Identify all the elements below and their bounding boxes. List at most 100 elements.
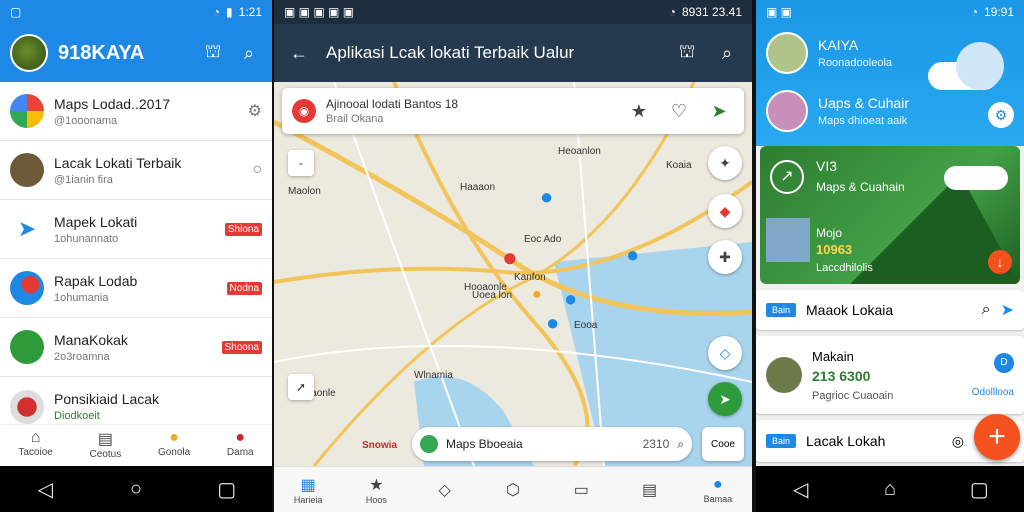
back-icon[interactable]: ◁ bbox=[781, 477, 821, 502]
location-card[interactable]: ◉ Ajinooal lodati Bantos 18 Brail Okana ★… bbox=[282, 88, 744, 134]
card-label: Mojo bbox=[816, 226, 843, 240]
profile[interactable]: KAIYA Roonadooleola bbox=[766, 32, 892, 74]
map-pin[interactable]: ● bbox=[540, 184, 553, 210]
map-pin[interactable]: ● bbox=[564, 286, 577, 312]
card-title: Ajinooal lodati Bantos 18 bbox=[326, 97, 459, 111]
tab-shape[interactable]: ⬡ bbox=[488, 480, 538, 500]
recents-icon[interactable]: ▢ bbox=[959, 477, 999, 502]
item-subtitle: @1ianin fira bbox=[54, 173, 113, 186]
recents-icon[interactable]: ▢ bbox=[207, 477, 247, 502]
heart-icon[interactable]: ♡ bbox=[664, 101, 694, 122]
map-pin[interactable]: ● bbox=[626, 242, 639, 268]
zoom-button[interactable]: - bbox=[288, 150, 314, 176]
tab-calendar[interactable]: ▤ bbox=[625, 480, 675, 500]
search-icon[interactable]: ⌕ bbox=[677, 437, 684, 452]
wifi-icon: ◔ bbox=[212, 5, 221, 19]
card-title: Maaok Lokaia bbox=[806, 302, 894, 318]
item-tag: Nodna bbox=[226, 281, 262, 295]
tab-home[interactable]: ▦ Harieia bbox=[283, 475, 333, 505]
item-subtitle: Diodkoeit bbox=[54, 410, 100, 422]
list-item[interactable]: Rapak Lodab 1ohumania Nodna bbox=[0, 259, 272, 318]
info-icon[interactable]: D bbox=[994, 352, 1014, 373]
map-pin-orange[interactable]: ● bbox=[532, 286, 542, 304]
card-title: VI3 bbox=[816, 158, 838, 174]
locate-button[interactable]: ➚ bbox=[288, 374, 314, 400]
app-avatar[interactable] bbox=[10, 34, 48, 72]
wifi-icon: ◔ bbox=[668, 5, 676, 19]
search-icon[interactable]: ⌕ bbox=[982, 301, 991, 319]
tab-chat[interactable]: ▭ bbox=[556, 480, 606, 500]
tab-tag[interactable]: ◇ bbox=[420, 480, 470, 500]
layers-icon[interactable]: ✚ bbox=[708, 240, 742, 274]
map-label: Heoanlon bbox=[558, 146, 601, 157]
map-pin[interactable]: ● bbox=[546, 310, 559, 336]
search-icon[interactable]: ⌕ bbox=[236, 40, 262, 66]
header: ▣ ▣ ◔ 19:91 KAIYA Roonadooleola Uaps & Cuh… bbox=[756, 0, 1024, 146]
profile-item[interactable]: Uaps & Cuhair Maps dhioeat aaik bbox=[766, 90, 909, 132]
google-maps-icon[interactable]: ◇ bbox=[708, 336, 742, 370]
group-icon[interactable]: ⛫ bbox=[674, 40, 700, 66]
more-button[interactable]: Cooe bbox=[702, 427, 744, 461]
home-icon: ⌂ bbox=[30, 429, 41, 446]
item-title: Ponsikiaid Lacak bbox=[54, 391, 160, 407]
send-icon: ➤ bbox=[10, 212, 44, 246]
arrow-icon[interactable]: ↓ bbox=[988, 250, 1012, 274]
status-bar: ▣ ▣ ◔ 19:91 bbox=[756, 0, 1024, 24]
tab-favorites[interactable]: ★ Hoos bbox=[351, 475, 401, 505]
system-navbar: ◁ ⌂ ▢ bbox=[756, 466, 1024, 512]
compass-icon[interactable]: ✦ bbox=[708, 146, 742, 180]
feature-card[interactable]: ↗ VI3 Maps & Cuahain Mojo 10963 Laccdhil… bbox=[760, 146, 1020, 284]
list-item[interactable]: ➤ Mapek Lokati 1ohunannato Shiona bbox=[0, 200, 272, 259]
chat-icon: ▭ bbox=[573, 481, 589, 499]
list-item[interactable]: Lacak Lokati Terbaik @1ianin fira ○ bbox=[0, 141, 272, 200]
home-nav-icon[interactable]: ○ bbox=[116, 478, 156, 501]
navigate-icon[interactable]: ➤ bbox=[704, 101, 734, 122]
coins-icon: ● bbox=[169, 429, 179, 446]
map-pin-red[interactable]: ● bbox=[502, 242, 518, 273]
status-time: 8931 23.41 bbox=[681, 5, 742, 19]
map-label: Wlnamia bbox=[414, 370, 453, 381]
battery-icon: ▮ bbox=[226, 5, 233, 19]
map-view[interactable]: Maolon Haaaon Heoanlon Hooaonle Eoc Ado … bbox=[274, 82, 752, 466]
notification-icon: ▣ ▣ bbox=[766, 5, 793, 19]
chat-icon[interactable]: ◎ bbox=[952, 433, 964, 450]
home-nav-icon[interactable]: ⌂ bbox=[870, 478, 910, 501]
search-icon[interactable]: ⌕ bbox=[714, 40, 740, 66]
list-card[interactable]: Makain 213 6300 Pagrioc Cuaoain D Odolll… bbox=[756, 336, 1024, 414]
item-title: Rapak Lodab bbox=[54, 272, 138, 289]
add-button[interactable]: + bbox=[974, 414, 1020, 460]
item-subtitle: 1ohunannato bbox=[54, 232, 119, 245]
tab-account[interactable]: ● Bamaa bbox=[693, 476, 743, 504]
item-subtitle: 2o3roamna bbox=[54, 350, 110, 363]
map-label: Koaia bbox=[666, 160, 692, 171]
place-bar[interactable]: Maps Bboeaia 2310 ⌕ bbox=[412, 427, 692, 461]
chat-icon[interactable]: ○ bbox=[252, 161, 262, 179]
back-arrow-icon[interactable]: ← bbox=[286, 40, 312, 66]
list-item[interactable]: Maps Lodad..2017 @1ooonama ⚙ bbox=[0, 82, 272, 141]
list-card[interactable]: Bain Maaok Lokaia ⌕ ➤ bbox=[756, 290, 1024, 330]
tab-home[interactable]: ⌂ Tacoioe bbox=[18, 425, 52, 466]
place-icon bbox=[420, 435, 438, 453]
map-icon bbox=[10, 330, 44, 364]
gear-icon[interactable]: ⚙ bbox=[988, 102, 1014, 128]
card-link[interactable]: Odolllooa bbox=[972, 387, 1014, 398]
back-icon[interactable]: ◁ bbox=[25, 477, 65, 502]
app-title: 918KAYA bbox=[58, 41, 145, 64]
direction-icon[interactable]: ◆ bbox=[708, 194, 742, 228]
star-icon[interactable]: ★ bbox=[624, 101, 654, 122]
settings-icon[interactable]: ⚙ bbox=[248, 101, 262, 121]
hexagon-icon: ⬡ bbox=[506, 481, 520, 499]
group-icon[interactable]: ⛫ bbox=[200, 40, 226, 66]
tab-profile[interactable]: ● Dama bbox=[227, 425, 254, 466]
tab-label: Bamaa bbox=[703, 493, 733, 504]
item-subtitle: @1ooonama bbox=[54, 114, 118, 127]
navigation-icon[interactable]: ➤ bbox=[708, 382, 742, 416]
cloud-illustration bbox=[944, 166, 1008, 190]
tab-coins[interactable]: ● Gonola bbox=[158, 425, 190, 466]
send-icon[interactable]: ➤ bbox=[1001, 300, 1014, 320]
list-item[interactable]: ManaKokak 2o3roamna Shoona bbox=[0, 318, 272, 377]
map-roads bbox=[274, 82, 752, 466]
tab-calendar[interactable]: ▤ Ceotus bbox=[90, 425, 122, 466]
item-title: Uaps & Cuhair bbox=[818, 95, 910, 111]
card-subtitle: Pagrioc Cuaoain bbox=[812, 389, 894, 402]
